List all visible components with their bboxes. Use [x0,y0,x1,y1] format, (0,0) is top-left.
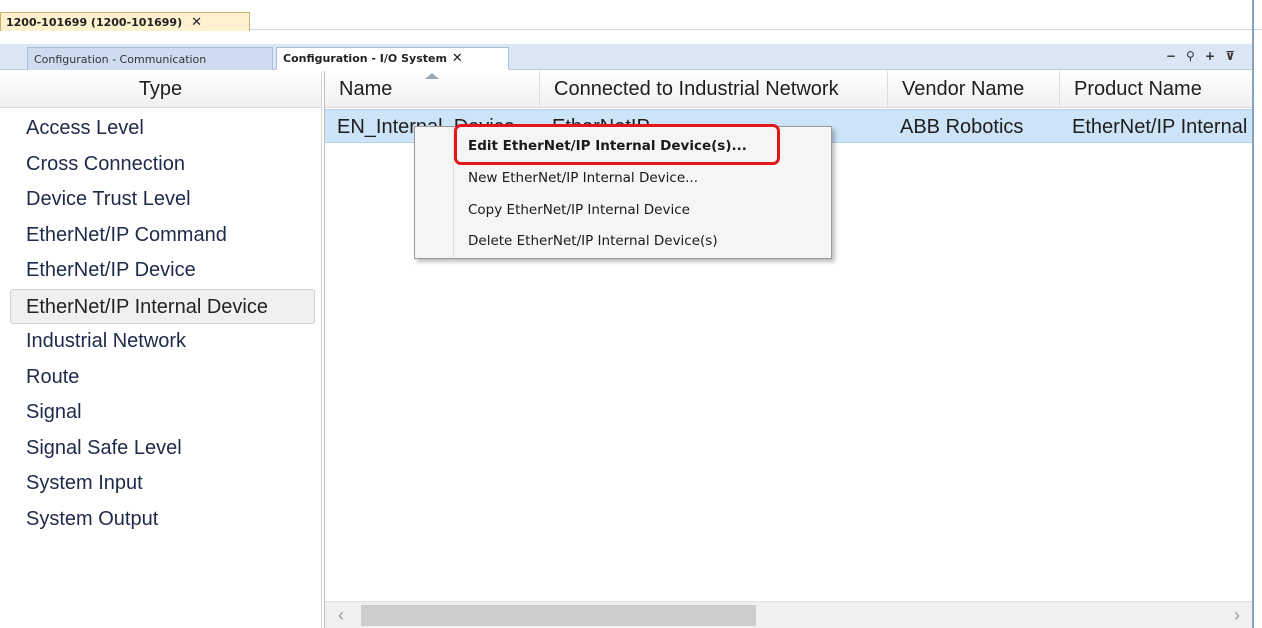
type-column-header[interactable]: Type [0,71,321,108]
column-header-connected-network[interactable]: Connected to Industrial Network [540,71,888,108]
document-tab-label: 1200-101699 (1200-101699) [6,15,183,29]
scrollbar-thumb[interactable] [361,605,756,626]
tab-configuration-io-system[interactable]: Configuration - I/O System ✕ [276,47,509,70]
horizontal-scrollbar[interactable]: ‹ › [325,601,1253,628]
type-item-industrial-network[interactable]: Industrial Network [0,324,321,360]
cell-vendor: ABB Robotics [900,116,1024,138]
document-tab[interactable]: 1200-101699 (1200-101699) ✕ [0,12,250,31]
menu-item-new-internal-device[interactable]: New EtherNet/IP Internal Device... [468,170,698,186]
type-item-system-output[interactable]: System Output [0,502,321,538]
type-item-ethernetip-device[interactable]: EtherNet/IP Device [0,253,321,289]
close-icon[interactable]: ✕ [191,15,202,30]
type-item-route[interactable]: Route [0,360,321,396]
type-item-ethernetip-command[interactable]: EtherNet/IP Command [0,218,321,254]
type-item-device-trust-level[interactable]: Device Trust Level [0,182,321,218]
type-list: Access Level Cross Connection Device Tru… [0,108,321,537]
zoom-tools-icons[interactable]: − ⚲ + ⊽ [1166,49,1238,63]
scroll-left-icon[interactable]: ‹ [331,605,351,625]
type-item-ethernetip-internal-device[interactable]: EtherNet/IP Internal Device [10,288,315,324]
tab-label: Configuration - I/O System [283,52,447,65]
document-tab-strip: 1200-101699 (1200-101699) ✕ [0,0,1262,31]
sort-ascending-icon [425,73,439,79]
close-icon[interactable]: ✕ [452,51,463,66]
type-item-cross-connection[interactable]: Cross Connection [0,147,321,183]
tab-label: Configuration - Communication [34,52,207,66]
type-item-system-input[interactable]: System Input [0,466,321,502]
type-item-signal-safe-level[interactable]: Signal Safe Level [0,431,321,467]
menu-item-copy-internal-device[interactable]: Copy EtherNet/IP Internal Device [468,202,690,218]
window-border [1252,0,1254,628]
type-item-access-level[interactable]: Access Level [0,111,321,147]
column-header-name[interactable]: Name [325,71,540,108]
column-header-vendor-name[interactable]: Vendor Name [888,71,1060,108]
io-configuration-window: 1200-101699 (1200-101699) ✕ Configuratio… [0,0,1262,628]
column-header-product-name[interactable]: Product Name [1060,71,1253,108]
type-item-signal[interactable]: Signal [0,395,321,431]
grid-header: Name Connected to Industrial Network Ven… [325,71,1253,108]
tab-configuration-communication[interactable]: Configuration - Communication [27,47,273,70]
column-header-label: Name [339,78,393,100]
cell-product: EtherNet/IP Internal [1072,116,1248,138]
menu-item-delete-internal-devices[interactable]: Delete EtherNet/IP Internal Device(s) [468,233,718,249]
configuration-tab-strip: Configuration - Communication Configurat… [0,44,1252,70]
highlight-box [454,124,780,165]
scroll-right-icon[interactable]: › [1227,605,1247,625]
type-panel: Type Access Level Cross Connection Devic… [0,71,322,628]
